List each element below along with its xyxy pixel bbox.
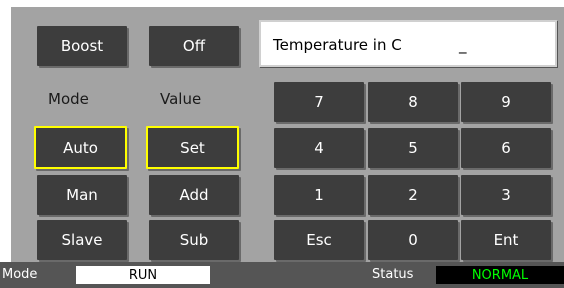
add-value-button[interactable]: Add [149, 175, 239, 215]
enter-button[interactable]: Ent [461, 220, 551, 260]
display-text: Temperature in C [273, 36, 402, 54]
display-cursor: _ [459, 36, 467, 54]
slave-mode-button[interactable]: Slave [37, 220, 127, 260]
temperature-display[interactable]: Temperature in C _ [259, 20, 557, 67]
status-indicator: NORMAL [436, 266, 564, 284]
status-bar-status-label: Status [372, 267, 414, 282]
boost-button[interactable]: Boost [37, 26, 127, 66]
status-bar-mode-label: Mode [2, 267, 38, 282]
value-label: Value [160, 90, 202, 108]
escape-button[interactable]: Esc [274, 220, 364, 260]
key-3-button[interactable]: 3 [461, 175, 551, 215]
key-7-button[interactable]: 7 [274, 82, 364, 122]
key-8-button[interactable]: 8 [368, 82, 458, 122]
set-value-button[interactable]: Set [146, 126, 239, 169]
key-1-button[interactable]: 1 [274, 175, 364, 215]
run-mode-indicator: RUN [76, 266, 210, 284]
auto-mode-button[interactable]: Auto [34, 126, 127, 169]
key-0-button[interactable]: 0 [368, 220, 458, 260]
key-5-button[interactable]: 5 [368, 128, 458, 168]
sub-value-button[interactable]: Sub [149, 220, 239, 260]
off-button[interactable]: Off [149, 26, 239, 66]
mode-label: Mode [48, 90, 89, 108]
man-mode-button[interactable]: Man [37, 175, 127, 215]
key-6-button[interactable]: 6 [461, 128, 551, 168]
key-4-button[interactable]: 4 [274, 128, 364, 168]
key-9-button[interactable]: 9 [461, 82, 551, 122]
key-2-button[interactable]: 2 [368, 175, 458, 215]
status-bar: Mode RUN Status NORMAL [0, 262, 564, 288]
